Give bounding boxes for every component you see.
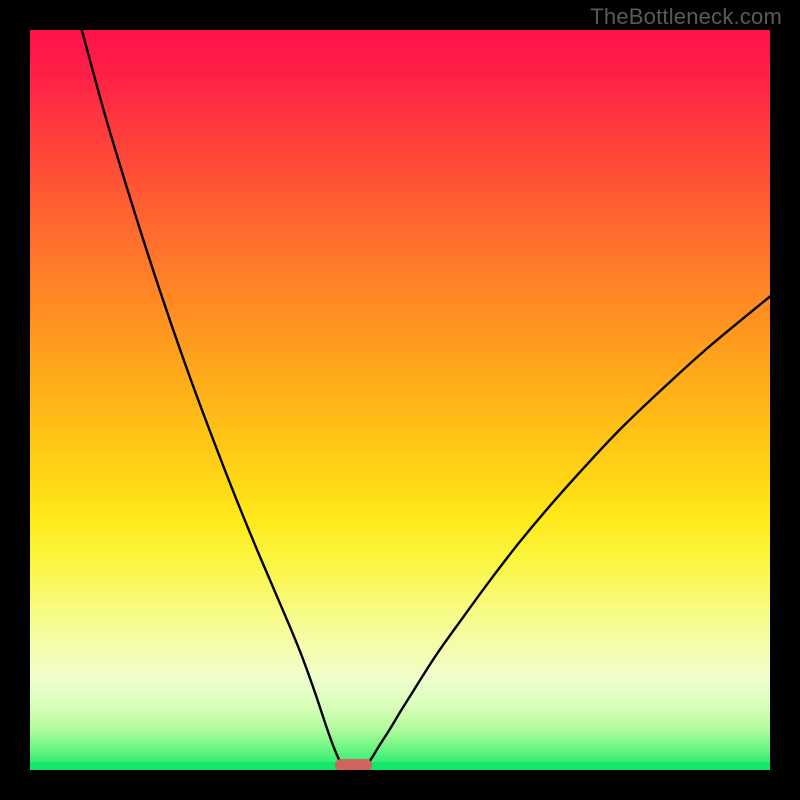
curves-layer — [30, 30, 770, 770]
curve-right-branch — [363, 296, 770, 770]
chart-frame: TheBottleneck.com — [0, 0, 800, 800]
watermark-text: TheBottleneck.com — [590, 4, 782, 30]
plot-area — [30, 30, 770, 770]
minimum-indicator — [335, 759, 372, 770]
curve-left-branch — [82, 30, 345, 770]
